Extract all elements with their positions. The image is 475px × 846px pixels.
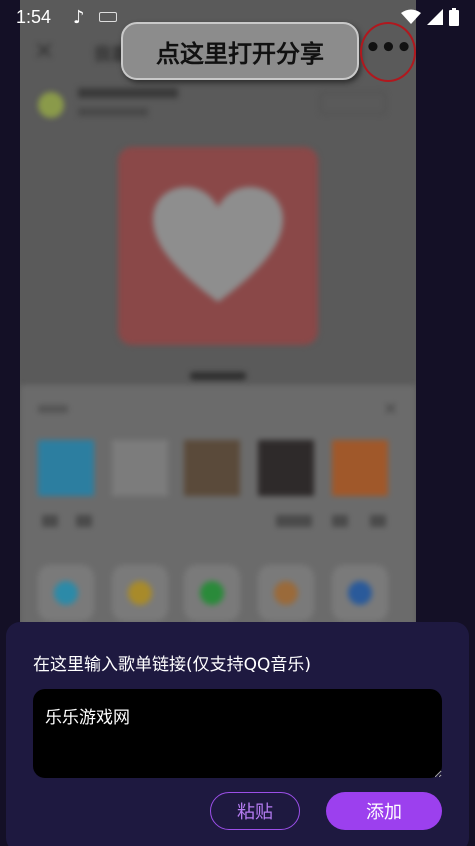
battery-icon — [449, 8, 459, 26]
tutorial-image: ✕ 我喜 ✕ — [20, 0, 416, 640]
avatar — [38, 92, 64, 118]
share-sheet: ✕ — [20, 385, 416, 640]
share-target-1 — [38, 440, 94, 496]
signal-icon — [427, 9, 443, 25]
music-note-icon: ♪ — [73, 6, 85, 28]
tutorial-follow-button — [320, 92, 386, 114]
tutorial-blurred-content: ✕ 我喜 ✕ — [20, 0, 416, 640]
share-target-5 — [332, 440, 388, 496]
wifi-icon — [401, 9, 421, 24]
share-sheet-title — [38, 405, 68, 413]
playlist-cover — [118, 147, 318, 345]
add-button[interactable]: 添加 — [326, 792, 442, 830]
share-browser — [332, 565, 388, 621]
status-right-icons — [401, 8, 459, 26]
share-target-3 — [184, 440, 240, 496]
tutorial-playlist-sub — [78, 108, 148, 116]
share-target-label — [370, 515, 386, 527]
share-target-label — [76, 515, 92, 527]
tutorial-page-dots — [190, 372, 246, 380]
share-favorite — [112, 565, 168, 621]
share-contact — [38, 565, 94, 621]
tutorial-playlist-name — [78, 88, 178, 98]
paste-button[interactable]: 粘贴 — [210, 792, 300, 830]
heart-icon — [153, 187, 283, 302]
share-moments — [258, 565, 314, 621]
import-playlist-dialog: 在这里输入歌单链接(仅支持QQ音乐) 乐乐游戏网 粘贴 添加 — [6, 622, 469, 846]
status-bar: 1:54 ♪ — [0, 0, 475, 34]
share-target-label — [42, 515, 58, 527]
close-icon: ✕ — [382, 399, 398, 420]
callout-text: 点这里打开分享 — [156, 39, 324, 68]
keyboard-icon — [98, 12, 117, 22]
dialog-title: 在这里输入歌单链接(仅支持QQ音乐) — [33, 655, 312, 675]
share-target-2 — [112, 440, 168, 496]
status-time: 1:54 — [16, 6, 52, 27]
close-icon: ✕ — [34, 37, 55, 65]
share-target-label — [332, 515, 348, 527]
share-wechat — [184, 565, 240, 621]
more-icon: ••• — [364, 33, 413, 63]
share-target-4 — [258, 440, 314, 496]
playlist-link-input[interactable]: 乐乐游戏网 — [33, 689, 442, 778]
share-target-label — [276, 515, 312, 527]
